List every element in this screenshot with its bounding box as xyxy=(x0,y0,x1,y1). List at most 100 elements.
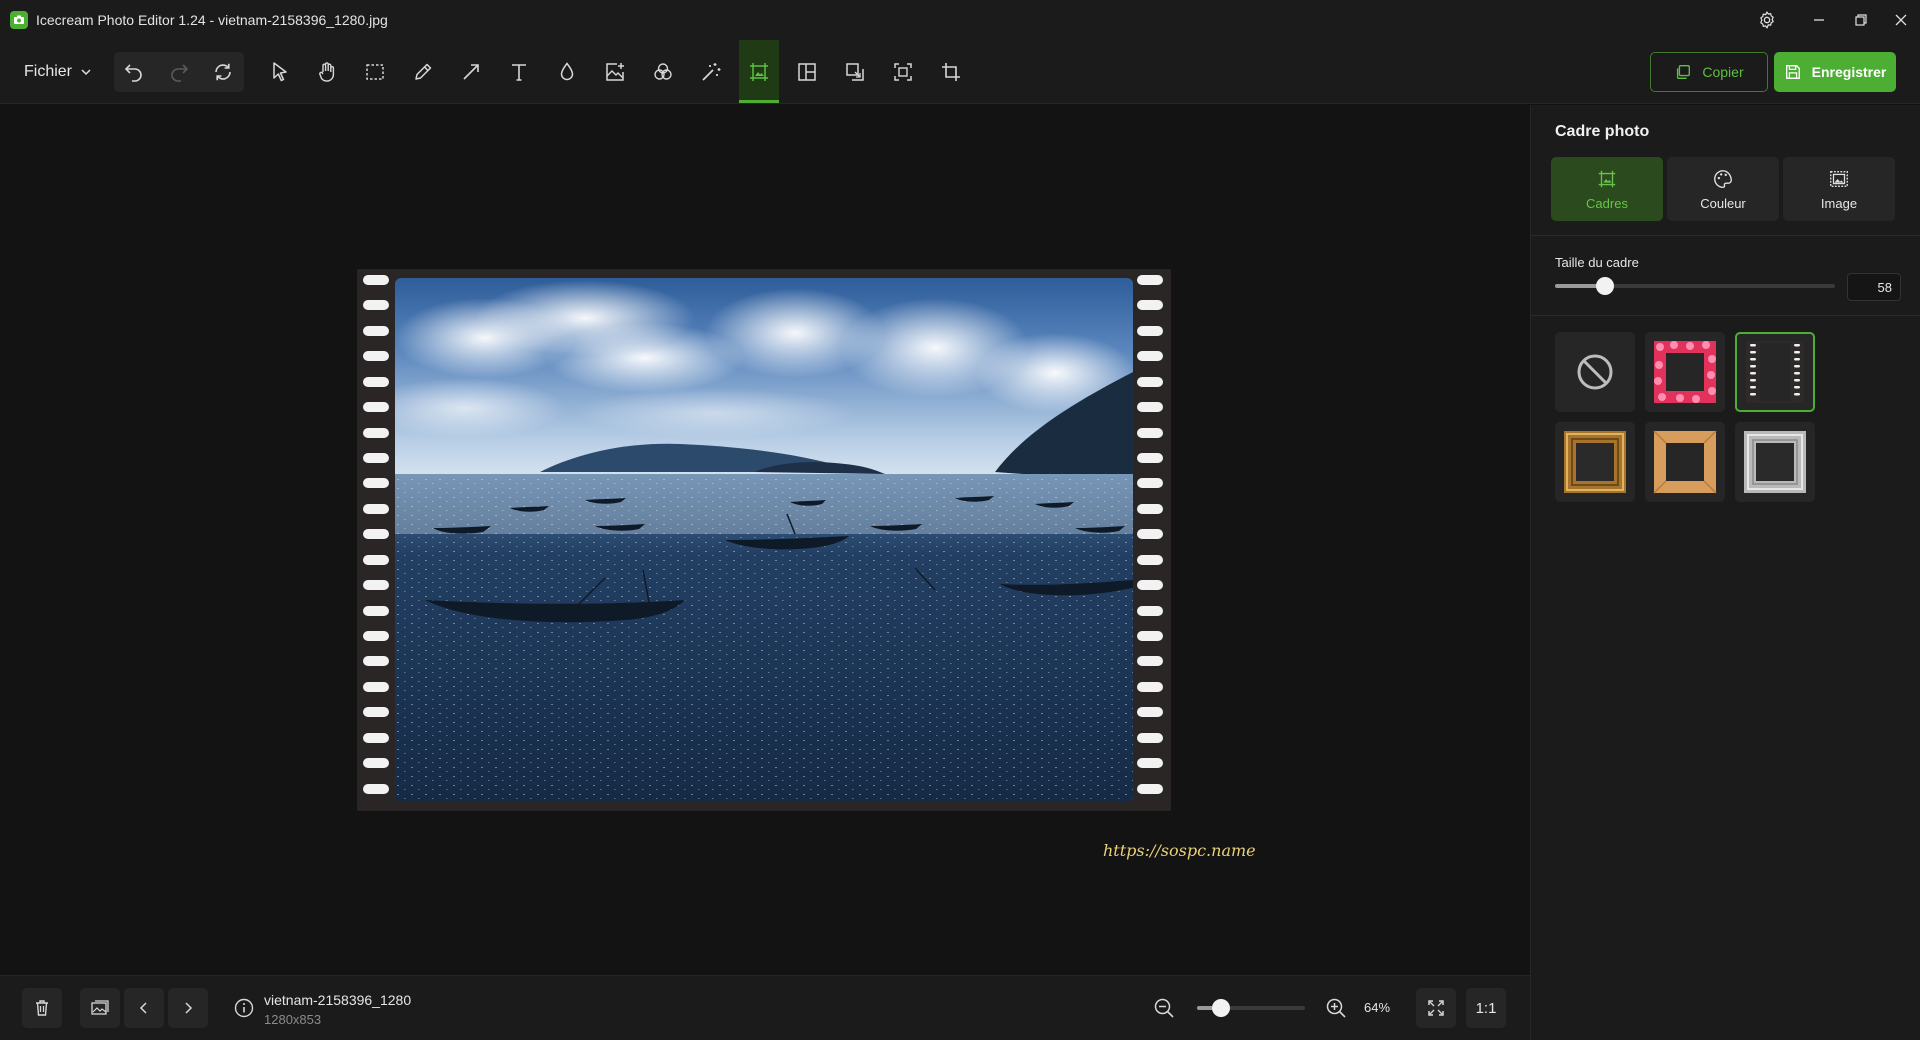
file-info-button[interactable] xyxy=(224,988,264,1028)
film-perforation xyxy=(363,351,389,362)
zoom-level: 64% xyxy=(1364,1000,1391,1015)
frame-option-gold[interactable] xyxy=(1555,422,1635,502)
fit-to-screen-button[interactable] xyxy=(1416,988,1456,1028)
film-perforation xyxy=(363,503,389,514)
fullscreen-icon xyxy=(1428,1000,1444,1016)
undo-button[interactable] xyxy=(114,52,154,92)
frame-tool[interactable] xyxy=(739,40,779,103)
actual-size-button[interactable]: 1:1 xyxy=(1466,988,1506,1028)
text-icon xyxy=(512,64,526,81)
frame-option-flowers[interactable] xyxy=(1645,332,1725,412)
film-perforation xyxy=(1137,503,1163,514)
save-button-label: Enregistrer xyxy=(1811,64,1887,80)
image-canvas[interactable]: https://sospc.name xyxy=(0,105,1530,975)
redo-button[interactable] xyxy=(159,52,199,92)
marquee-tool[interactable] xyxy=(355,52,395,92)
zoom-slider-handle[interactable] xyxy=(1211,999,1230,1017)
photo-image xyxy=(395,278,1133,802)
title-bar: Icecream Photo Editor 1.24 - vietnam-215… xyxy=(0,0,1920,40)
tab-image[interactable]: Image xyxy=(1783,157,1895,221)
frame-option-film[interactable] xyxy=(1735,332,1815,412)
transform-tool[interactable] xyxy=(883,52,923,92)
film-perforation xyxy=(1137,300,1163,311)
zoom-out-icon xyxy=(1154,998,1174,1018)
film-perforation xyxy=(1137,580,1163,591)
film-perforation xyxy=(1137,402,1163,413)
arrow-icon xyxy=(463,64,479,80)
next-image-button[interactable] xyxy=(168,988,208,1028)
film-perforation xyxy=(363,707,389,718)
zoom-out-button[interactable] xyxy=(1144,988,1184,1028)
film-perforation xyxy=(363,758,389,769)
palette-icon xyxy=(1714,169,1732,188)
film-perforation xyxy=(363,300,389,311)
gallery-button[interactable] xyxy=(80,988,120,1028)
collage-tool[interactable] xyxy=(787,52,827,92)
resize-icon xyxy=(846,63,864,81)
file-name: vietnam-2158396_1280 xyxy=(264,992,412,1008)
film-perforation xyxy=(363,275,389,285)
zoom-slider[interactable] xyxy=(1197,999,1305,1017)
save-icon xyxy=(1785,65,1800,79)
film-perforation xyxy=(1137,554,1163,565)
frame-size-input[interactable]: 58 xyxy=(1847,273,1901,301)
flower-frame-icon xyxy=(1654,341,1716,403)
select-tool[interactable] xyxy=(260,52,300,92)
film-perforation xyxy=(1137,427,1163,438)
redo-icon xyxy=(171,64,188,82)
close-button[interactable] xyxy=(1878,0,1920,40)
add-image-icon xyxy=(606,63,624,81)
settings-button[interactable] xyxy=(1744,0,1790,40)
hand-icon xyxy=(319,62,335,82)
file-menu[interactable]: Fichier xyxy=(14,56,102,88)
frame-option-silver[interactable] xyxy=(1735,422,1815,502)
save-button[interactable]: Enregistrer xyxy=(1774,52,1896,92)
frame-icon xyxy=(750,62,768,81)
film-perforation xyxy=(363,783,389,794)
film-perforation xyxy=(363,402,389,413)
tab-frames[interactable]: Cadres xyxy=(1551,157,1663,221)
tab-color[interactable]: Couleur xyxy=(1667,157,1779,221)
film-perforation xyxy=(363,529,389,540)
crop-tool[interactable] xyxy=(931,52,971,92)
panel-title: Cadre photo xyxy=(1555,123,1650,140)
text-tool[interactable] xyxy=(499,52,539,92)
frame-size-slider-handle[interactable] xyxy=(1596,277,1615,295)
resize-tool[interactable] xyxy=(835,52,875,92)
frame-option-none[interactable] xyxy=(1555,332,1635,412)
film-frame-icon xyxy=(1746,341,1804,403)
hand-tool[interactable] xyxy=(307,52,347,92)
copy-button[interactable]: Copier xyxy=(1650,52,1768,92)
status-bar: vietnam-2158396_1280 1280x853 64% 1:1 xyxy=(0,975,1530,1040)
chevron-right-icon xyxy=(185,1002,193,1014)
minimize-button[interactable] xyxy=(1796,0,1842,40)
magic-wand-icon xyxy=(702,63,721,81)
blur-tool[interactable] xyxy=(547,52,587,92)
undo-icon xyxy=(125,64,142,82)
reset-button[interactable] xyxy=(203,52,243,92)
zoom-in-button[interactable] xyxy=(1316,988,1356,1028)
film-perforations-right xyxy=(1137,273,1165,807)
zoom-in-icon xyxy=(1326,998,1346,1018)
film-perforation xyxy=(363,656,389,667)
minimize-icon xyxy=(1814,19,1824,21)
add-image-tool[interactable] xyxy=(595,52,635,92)
filters-tool[interactable] xyxy=(643,52,683,92)
droplet-icon xyxy=(560,62,574,81)
film-perforation xyxy=(1137,605,1163,616)
film-perforation xyxy=(1137,453,1163,463)
frame-size-label: Taille du cadre xyxy=(1555,255,1639,270)
film-perforation xyxy=(1137,758,1163,769)
film-perforation xyxy=(363,681,389,692)
magic-wand-tool[interactable] xyxy=(691,52,731,92)
app-logo-icon xyxy=(10,11,28,29)
delete-button[interactable] xyxy=(22,988,62,1028)
film-perforation xyxy=(363,580,389,591)
brush-tool[interactable] xyxy=(403,52,443,92)
film-perforation xyxy=(363,605,389,616)
arrow-tool[interactable] xyxy=(451,52,491,92)
frame-size-slider[interactable] xyxy=(1555,277,1835,295)
previous-image-button[interactable] xyxy=(124,988,164,1028)
pencil-icon xyxy=(415,63,432,80)
frame-option-wood[interactable] xyxy=(1645,422,1725,502)
